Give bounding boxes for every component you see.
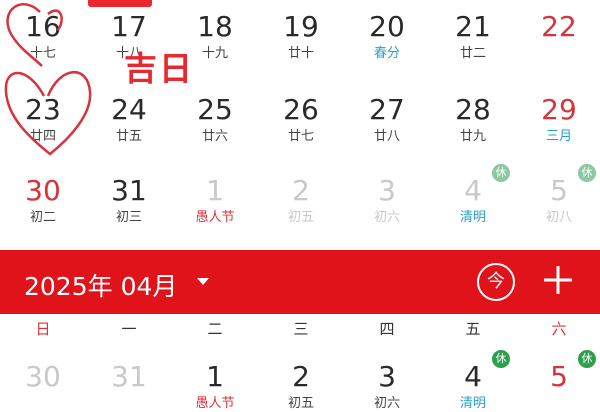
lunar-date: 廿六 xyxy=(201,129,228,144)
day-cell[interactable]: 3 初六 xyxy=(344,362,430,412)
weekday-label: 日 xyxy=(35,320,51,338)
day-cell[interactable]: 4 清明休 xyxy=(430,350,516,412)
day-cell[interactable]: 5 初八休 xyxy=(516,164,600,226)
today-button[interactable]: 今 xyxy=(477,263,515,301)
day-number: 3 xyxy=(378,360,396,393)
day-cell[interactable]: 4 清明休 xyxy=(430,164,516,226)
lunar-date: 清明 xyxy=(459,396,486,411)
day-cell[interactable]: 31 xyxy=(86,362,172,396)
weekday-label: 二 xyxy=(207,320,223,338)
sticker-top xyxy=(88,0,152,13)
day-number: 31 xyxy=(111,360,147,393)
day-cell[interactable]: 29 三月 xyxy=(516,95,600,145)
lunar-date: 愚人节 xyxy=(195,210,235,225)
rest-day-badge: 休 xyxy=(578,164,596,182)
day-cell[interactable]: 26 廿七 xyxy=(258,95,344,145)
lunar-date: 清明 xyxy=(459,210,486,225)
day-number: 19 xyxy=(283,10,319,43)
day-cell[interactable]: 28 廿九 xyxy=(430,95,516,145)
add-event-button[interactable] xyxy=(540,262,576,298)
day-number: 26 xyxy=(283,93,319,126)
day-cell[interactable]: 30 xyxy=(0,362,86,396)
day-number: 29 xyxy=(541,93,577,126)
lunar-date: 愚人节 xyxy=(195,396,235,411)
day-number: 3 xyxy=(378,174,396,207)
lunar-date: 初六 xyxy=(373,396,400,411)
weekday-label: 五 xyxy=(465,320,481,338)
lunar-date: 廿九 xyxy=(459,129,486,144)
day-cell[interactable]: 31 初三 xyxy=(86,176,172,226)
day-cell[interactable]: 5休 xyxy=(516,350,600,396)
day-number: 22 xyxy=(541,10,577,43)
weekday-label: 四 xyxy=(379,320,395,338)
day-cell[interactable]: 1 愚人节 xyxy=(172,362,258,412)
lunar-date: 廿七 xyxy=(287,129,314,144)
day-number: 25 xyxy=(197,93,233,126)
day-number: 30 xyxy=(25,360,61,393)
lunar-date: 廿八 xyxy=(373,129,400,144)
lunar-date: 初五 xyxy=(287,210,314,225)
day-number: 2 xyxy=(292,174,310,207)
rest-day-badge: 休 xyxy=(492,350,510,368)
day-cell[interactable]: 2 初五 xyxy=(258,176,344,226)
day-number: 21 xyxy=(455,10,491,43)
chevron-down-icon[interactable] xyxy=(197,278,209,285)
day-cell[interactable]: 22 xyxy=(516,12,600,46)
day-cell[interactable]: 21 廿二 xyxy=(430,12,516,62)
day-cell[interactable]: 27 廿八 xyxy=(344,95,430,145)
day-number: 31 xyxy=(111,174,147,207)
rest-day-badge: 休 xyxy=(578,350,596,368)
weekday-label: 一 xyxy=(121,320,137,338)
lunar-date: 初五 xyxy=(287,396,314,411)
day-cell[interactable]: 3 初六 xyxy=(344,176,430,226)
day-cell[interactable]: 1 愚人节 xyxy=(172,176,258,226)
weekday-label: 六 xyxy=(551,320,567,338)
lunar-date: 三月 xyxy=(545,129,572,144)
day-cell[interactable]: 20 春分 xyxy=(344,12,430,62)
day-number: 2 xyxy=(292,360,310,393)
day-number: 28 xyxy=(455,93,491,126)
day-number: 30 xyxy=(25,174,61,207)
day-number: 1 xyxy=(206,360,224,393)
lunar-date: 初二 xyxy=(29,210,56,225)
lunar-date: 初六 xyxy=(373,210,400,225)
lunar-date: 春分 xyxy=(373,46,400,61)
day-cell[interactable]: 25 廿六 xyxy=(172,95,258,145)
day-cell[interactable]: 30 初二 xyxy=(0,176,86,226)
weekday-label: 三 xyxy=(293,320,309,338)
sticker-jiri: 吉日 xyxy=(124,49,194,88)
lunar-date: 初八 xyxy=(545,210,572,225)
heart-doodle-icon xyxy=(4,3,92,156)
lunar-date: 廿十 xyxy=(287,46,314,61)
lunar-date: 初三 xyxy=(115,210,142,225)
lunar-date: 廿二 xyxy=(459,46,486,61)
rest-day-badge: 休 xyxy=(492,164,510,182)
day-cell[interactable]: 2 初五 xyxy=(258,362,344,412)
day-number: 27 xyxy=(369,93,405,126)
month-title[interactable]: 2025年 04月 xyxy=(24,267,177,303)
day-number: 1 xyxy=(206,174,224,207)
day-cell[interactable]: 19 廿十 xyxy=(258,12,344,62)
day-number: 18 xyxy=(197,10,233,43)
day-number: 20 xyxy=(369,10,405,43)
